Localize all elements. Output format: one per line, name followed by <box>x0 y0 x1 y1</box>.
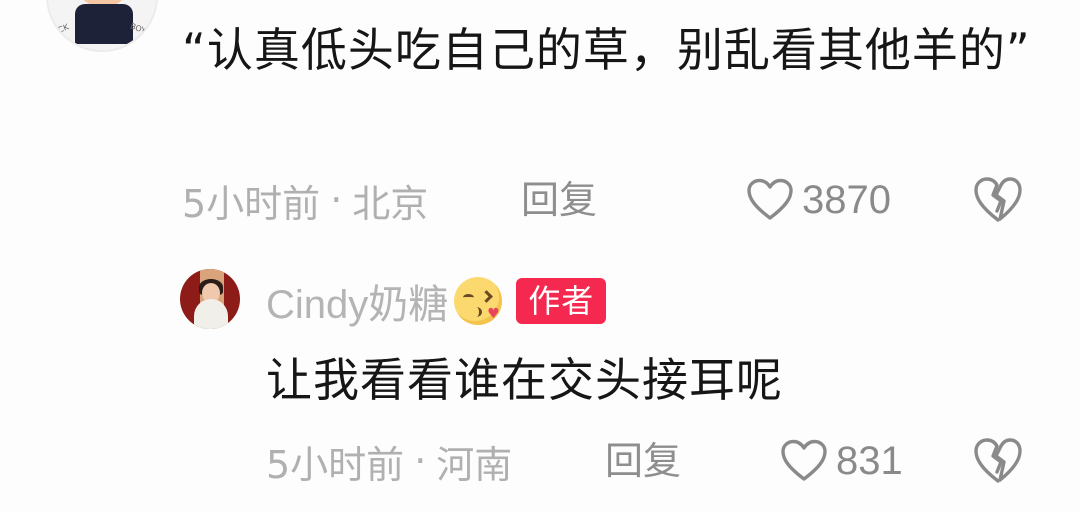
broken-heart-icon <box>974 438 1022 483</box>
like-count: 831 <box>836 438 903 483</box>
emoji-eye-left <box>463 294 475 301</box>
reply-location: 河南 <box>436 442 513 487</box>
commenter-avatar[interactable]: CK BOY <box>46 0 158 52</box>
comment-section: CK BOY “认真低头吃自己的草，别乱看其他羊的” 5小时前 · 北京 回复 … <box>0 0 1080 513</box>
heart-outline-icon <box>781 439 827 481</box>
emoji-mouth <box>471 307 483 317</box>
comment-meta: 5小时前 · 北京 <box>182 175 429 226</box>
like-count: 3870 <box>802 177 891 222</box>
meta-separator: · <box>414 439 427 483</box>
emoji-eye-right <box>480 290 494 303</box>
avatar-caption-left: CK <box>56 22 71 35</box>
avatar-body <box>194 299 228 329</box>
like-button[interactable]: 831 <box>780 433 903 489</box>
reply-button[interactable]: 回复 <box>605 436 681 486</box>
dislike-button[interactable] <box>972 176 1024 224</box>
reply-text: 让我看看谁在交头接耳呢 <box>266 353 783 407</box>
author-avatar[interactable] <box>180 269 240 329</box>
kissing-face-emoji-icon: ♥ <box>454 277 503 325</box>
author-username[interactable]: Cindy奶糖 <box>266 272 448 330</box>
heart-outline-icon <box>747 178 793 220</box>
reply-button[interactable]: 回复 <box>521 175 597 225</box>
author-badge: 作者 <box>516 278 607 324</box>
emoji-heart: ♥ <box>487 306 500 322</box>
reply-meta: 5小时前 · 河南 <box>266 436 513 487</box>
reply-time: 5小时前 <box>266 442 405 487</box>
comment-text: “认真低头吃自己的草，别乱看其他羊的” <box>182 23 1031 77</box>
meta-separator: · <box>330 178 343 222</box>
reply-header: Cindy奶糖 ♥ 作者 <box>266 272 607 330</box>
like-button[interactable]: 3870 <box>746 172 891 228</box>
dislike-button[interactable] <box>972 437 1024 485</box>
avatar-shirt <box>75 4 133 44</box>
comment-time: 5小时前 <box>182 181 321 226</box>
broken-heart-icon <box>974 177 1022 222</box>
comment-location: 北京 <box>352 181 429 226</box>
